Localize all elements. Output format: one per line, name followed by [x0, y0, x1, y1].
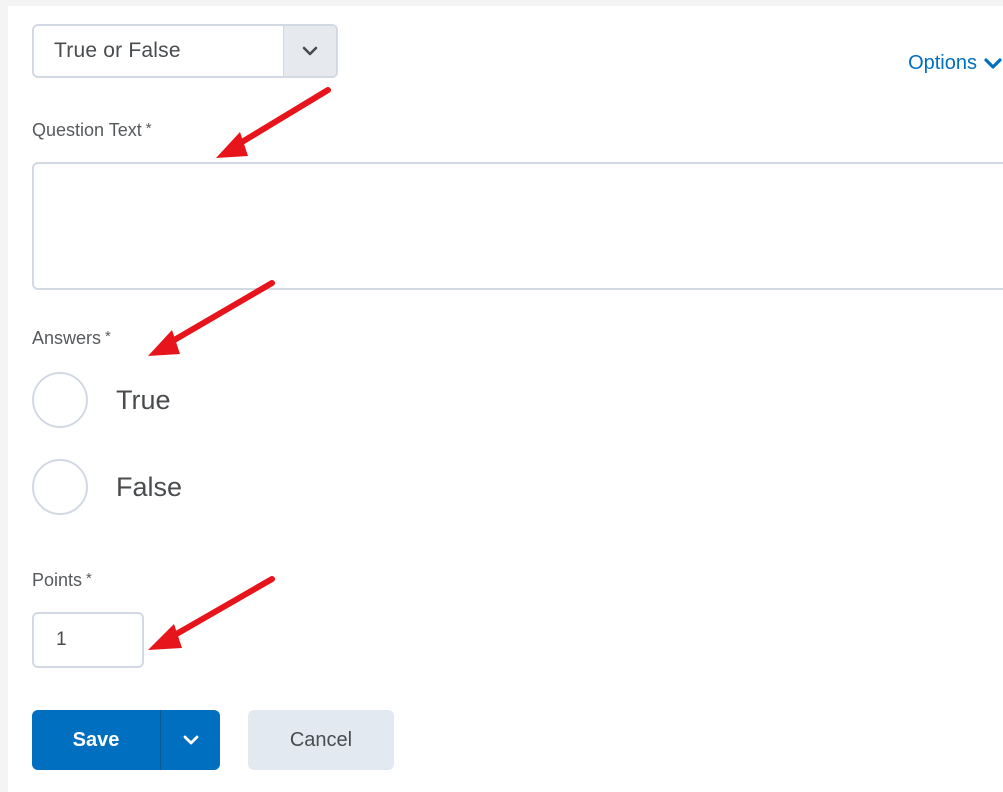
- answer-option-true[interactable]: True: [32, 372, 171, 428]
- radio-true[interactable]: [32, 372, 88, 428]
- question-text-label-text: Question Text: [32, 120, 142, 140]
- answers-label-text: Answers: [32, 328, 102, 348]
- answers-label: Answers *: [32, 328, 111, 349]
- options-label: Options: [908, 52, 977, 74]
- answer-label-true: True: [116, 384, 171, 415]
- answer-option-false[interactable]: False: [32, 459, 182, 515]
- answer-label-false: False: [116, 471, 183, 502]
- required-marker: *: [86, 570, 92, 587]
- chevron-down-icon: [183, 735, 198, 745]
- options-link[interactable]: Options: [908, 52, 1003, 75]
- required-marker: *: [145, 120, 152, 137]
- question-text-input[interactable]: [32, 162, 1003, 290]
- question-text-label: Question Text *: [32, 120, 152, 141]
- question-type-caret[interactable]: [283, 26, 336, 76]
- question-type-value: True or False: [54, 39, 181, 62]
- points-label: Points *: [32, 570, 92, 591]
- chevron-down-icon: [984, 57, 1002, 69]
- page: True or False Options Question Text * Ans…: [0, 0, 1003, 792]
- chevron-down-icon: [302, 46, 318, 56]
- required-marker: *: [105, 328, 111, 345]
- points-label-text: Points: [32, 570, 83, 590]
- cancel-button[interactable]: Cancel: [248, 710, 394, 770]
- save-options-button[interactable]: [160, 710, 220, 770]
- radio-false[interactable]: [32, 459, 88, 515]
- save-button-group: Save: [32, 710, 220, 770]
- save-button[interactable]: Save: [32, 710, 160, 770]
- points-input[interactable]: 1: [32, 612, 144, 668]
- question-type-dropdown[interactable]: True or False: [32, 24, 338, 78]
